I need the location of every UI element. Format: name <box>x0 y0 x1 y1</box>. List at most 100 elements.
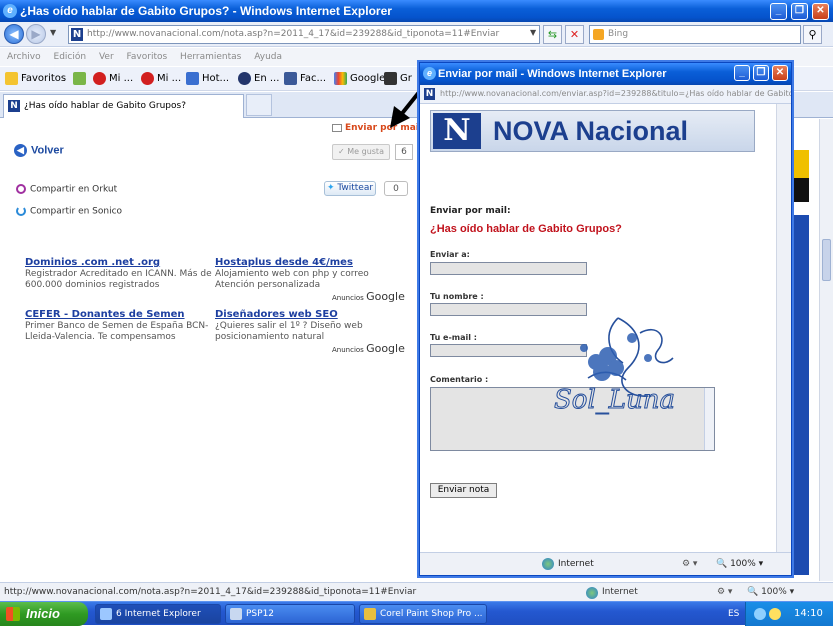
address-text: http://www.novanacional.com/nota.asp?n=2… <box>87 29 500 39</box>
page-scrollbar[interactable] <box>819 119 833 581</box>
menu-archivo[interactable]: Archivo <box>7 52 41 62</box>
status-bar: http://www.novanacional.com/nota.asp?n=2… <box>0 582 833 601</box>
fav-item-3-label: Hot... <box>202 73 230 84</box>
back-button[interactable]: ◀ <box>4 24 24 44</box>
tweet-button[interactable]: ✦ Twittear <box>324 181 376 196</box>
ad-text: ¿Quieres salir el 1º ? Diseño web posici… <box>215 321 363 342</box>
to-email-field[interactable] <box>430 262 587 275</box>
menu-edicion[interactable]: Edición <box>54 52 87 62</box>
zoom-control[interactable]: 🔍 100% ▾ <box>747 583 794 601</box>
popup-title-bar[interactable]: e Enviar por mail - Windows Internet Exp… <box>420 63 791 85</box>
network-icon[interactable] <box>754 608 766 620</box>
add-favorite-icon[interactable] <box>73 67 89 91</box>
internet-zone-icon <box>586 587 598 599</box>
tab-active[interactable]: N ¿Has oído hablar de Gabito Grupos? <box>3 94 244 118</box>
back-link[interactable]: ◀ Volver <box>14 144 64 157</box>
address-bar[interactable]: N http://www.novanacional.com/nota.asp?n… <box>68 25 540 44</box>
ad-item[interactable]: Diseñadores web SEO ¿Quieres salir el 1º … <box>215 309 405 343</box>
popup-scrollbar[interactable] <box>776 104 791 552</box>
popup-zoom-control[interactable]: 🔍 100% ▾ <box>716 553 763 575</box>
bing-icon <box>593 29 604 40</box>
popup-address-text: http://www.novanacional.com/enviar.asp?i… <box>440 89 791 98</box>
taskbar-item-label: 6 Internet Explorer <box>116 609 201 619</box>
search-input[interactable]: Bing <box>589 25 801 44</box>
start-label: Inicio <box>26 606 60 621</box>
taskbar-item-label: Corel Paint Shop Pro ... <box>380 609 483 619</box>
google-icon <box>334 71 347 85</box>
ad-title[interactable]: Dominios .com .net .org <box>25 257 215 268</box>
scrollbar-thumb[interactable] <box>822 239 831 281</box>
language-indicator[interactable]: ES <box>728 602 739 626</box>
search-icon[interactable]: ⚲ <box>803 25 822 44</box>
taskbar-item-ie[interactable]: 6 Internet Explorer <box>95 604 221 624</box>
taskbar-item-label: PSP12 <box>246 609 275 619</box>
popup-favicon: N <box>424 88 435 100</box>
forward-button[interactable]: ▶ <box>26 24 46 44</box>
recent-pages-dropdown-icon[interactable]: ▼ <box>50 28 56 37</box>
note-title: ¿Has oído hablar de Gabito Grupos? <box>430 223 622 235</box>
fav-item-4[interactable]: En ... <box>238 67 279 91</box>
ad-item[interactable]: Hostaplus desde 4€/mes Alojamiento web co… <box>215 257 405 291</box>
comment-label: Comentario : <box>430 375 489 384</box>
tab-label: ¿Has oído hablar de Gabito Grupos? <box>24 101 186 111</box>
clock: 14:10 <box>794 608 823 619</box>
watermark-text: Sol_Luna <box>554 385 675 415</box>
stop-button[interactable]: ✕ <box>565 25 584 44</box>
refresh-button[interactable]: ⇆ <box>543 25 562 44</box>
sol-luna-watermark: Sol_Luna <box>554 317 676 416</box>
address-dropdown-icon[interactable]: ▼ <box>530 28 536 37</box>
favorites-button[interactable]: Favoritos <box>5 67 66 91</box>
start-button[interactable]: Inicio <box>0 602 88 626</box>
menu-favoritos[interactable]: Favoritos <box>127 52 168 62</box>
name-label: Tu nombre : <box>430 292 484 301</box>
star-icon <box>5 71 18 85</box>
protected-mode-icon[interactable]: ⚙ ▾ <box>682 553 697 575</box>
window-title: ¿Has oído hablar de Gabito Grupos? - Win… <box>20 4 392 18</box>
side-banner-ad-dark <box>793 178 809 202</box>
search-placeholder: Bing <box>608 29 629 39</box>
minimize-button[interactable]: _ <box>770 3 787 20</box>
taskbar-item-psp12[interactable]: PSP12 <box>225 604 355 624</box>
popup-minimize-button[interactable]: _ <box>734 65 750 81</box>
like-button[interactable]: ✓ Me gusta <box>332 144 390 160</box>
share-sonico-link[interactable]: Compartir en Sonico <box>16 206 122 217</box>
ad-title[interactable]: Hostaplus desde 4€/mes <box>215 257 405 268</box>
ads-by-google[interactable]: Anuncios Google <box>332 342 405 355</box>
windows-logo-icon <box>6 607 20 621</box>
popup-maximize-button[interactable]: ❐ <box>753 65 769 81</box>
fav-item-5[interactable]: Fac... <box>284 67 326 91</box>
textarea-scrollbar[interactable] <box>704 388 714 450</box>
facebook-icon <box>284 71 297 85</box>
maximize-button[interactable]: ❐ <box>791 3 808 20</box>
popup-close-button[interactable]: ✕ <box>772 65 788 81</box>
to-label: Enviar a: <box>430 250 470 259</box>
fav-item-3[interactable]: Hot... <box>186 67 229 91</box>
new-tab-button[interactable] <box>246 94 272 116</box>
like-count: 6 <box>395 144 413 160</box>
ie-icon: e <box>3 4 17 18</box>
popup-title: Enviar por mail - Windows Internet Explo… <box>438 68 667 80</box>
fav-item-1[interactable]: Mi ... <box>93 67 133 91</box>
ad-title[interactable]: Diseñadores web SEO <box>215 309 405 320</box>
menu-herramientas[interactable]: Herramientas <box>180 52 241 62</box>
like-label: Me gusta <box>347 147 384 156</box>
close-button[interactable]: ✕ <box>812 3 829 20</box>
ad-item[interactable]: Dominios .com .net .org Registrador Acred… <box>25 257 215 291</box>
popup-address-bar[interactable]: N http://www.novanacional.com/enviar.asp… <box>420 85 791 104</box>
ad-title[interactable]: CEFER - Donantes de Semen <box>25 309 215 320</box>
protected-mode-icon[interactable]: ⚙ ▾ <box>717 583 732 601</box>
window-title-bar[interactable]: e ¿Has oído hablar de Gabito Grupos? - W… <box>0 0 833 22</box>
fav-item-6-label: Google <box>350 73 386 84</box>
ads-by-google[interactable]: Anuncios Google <box>332 290 405 303</box>
fav-item-6[interactable]: Google <box>334 67 385 91</box>
status-url: http://www.novanacional.com/nota.asp?n=2… <box>4 587 417 597</box>
volume-icon[interactable] <box>769 608 781 620</box>
fav-item-2[interactable]: Mi ... <box>141 67 181 91</box>
back-arrow-icon: ◀ <box>14 144 27 157</box>
ad-item[interactable]: CEFER - Donantes de Semen Primer Banco de… <box>25 309 215 343</box>
menu-ayuda[interactable]: Ayuda <box>254 52 282 62</box>
share-orkut-link[interactable]: Compartir en Orkut <box>16 184 117 195</box>
send-note-button[interactable]: Enviar nota <box>430 483 497 498</box>
menu-ver[interactable]: Ver <box>99 52 114 62</box>
taskbar-item-corel[interactable]: Corel Paint Shop Pro ... <box>359 604 487 624</box>
